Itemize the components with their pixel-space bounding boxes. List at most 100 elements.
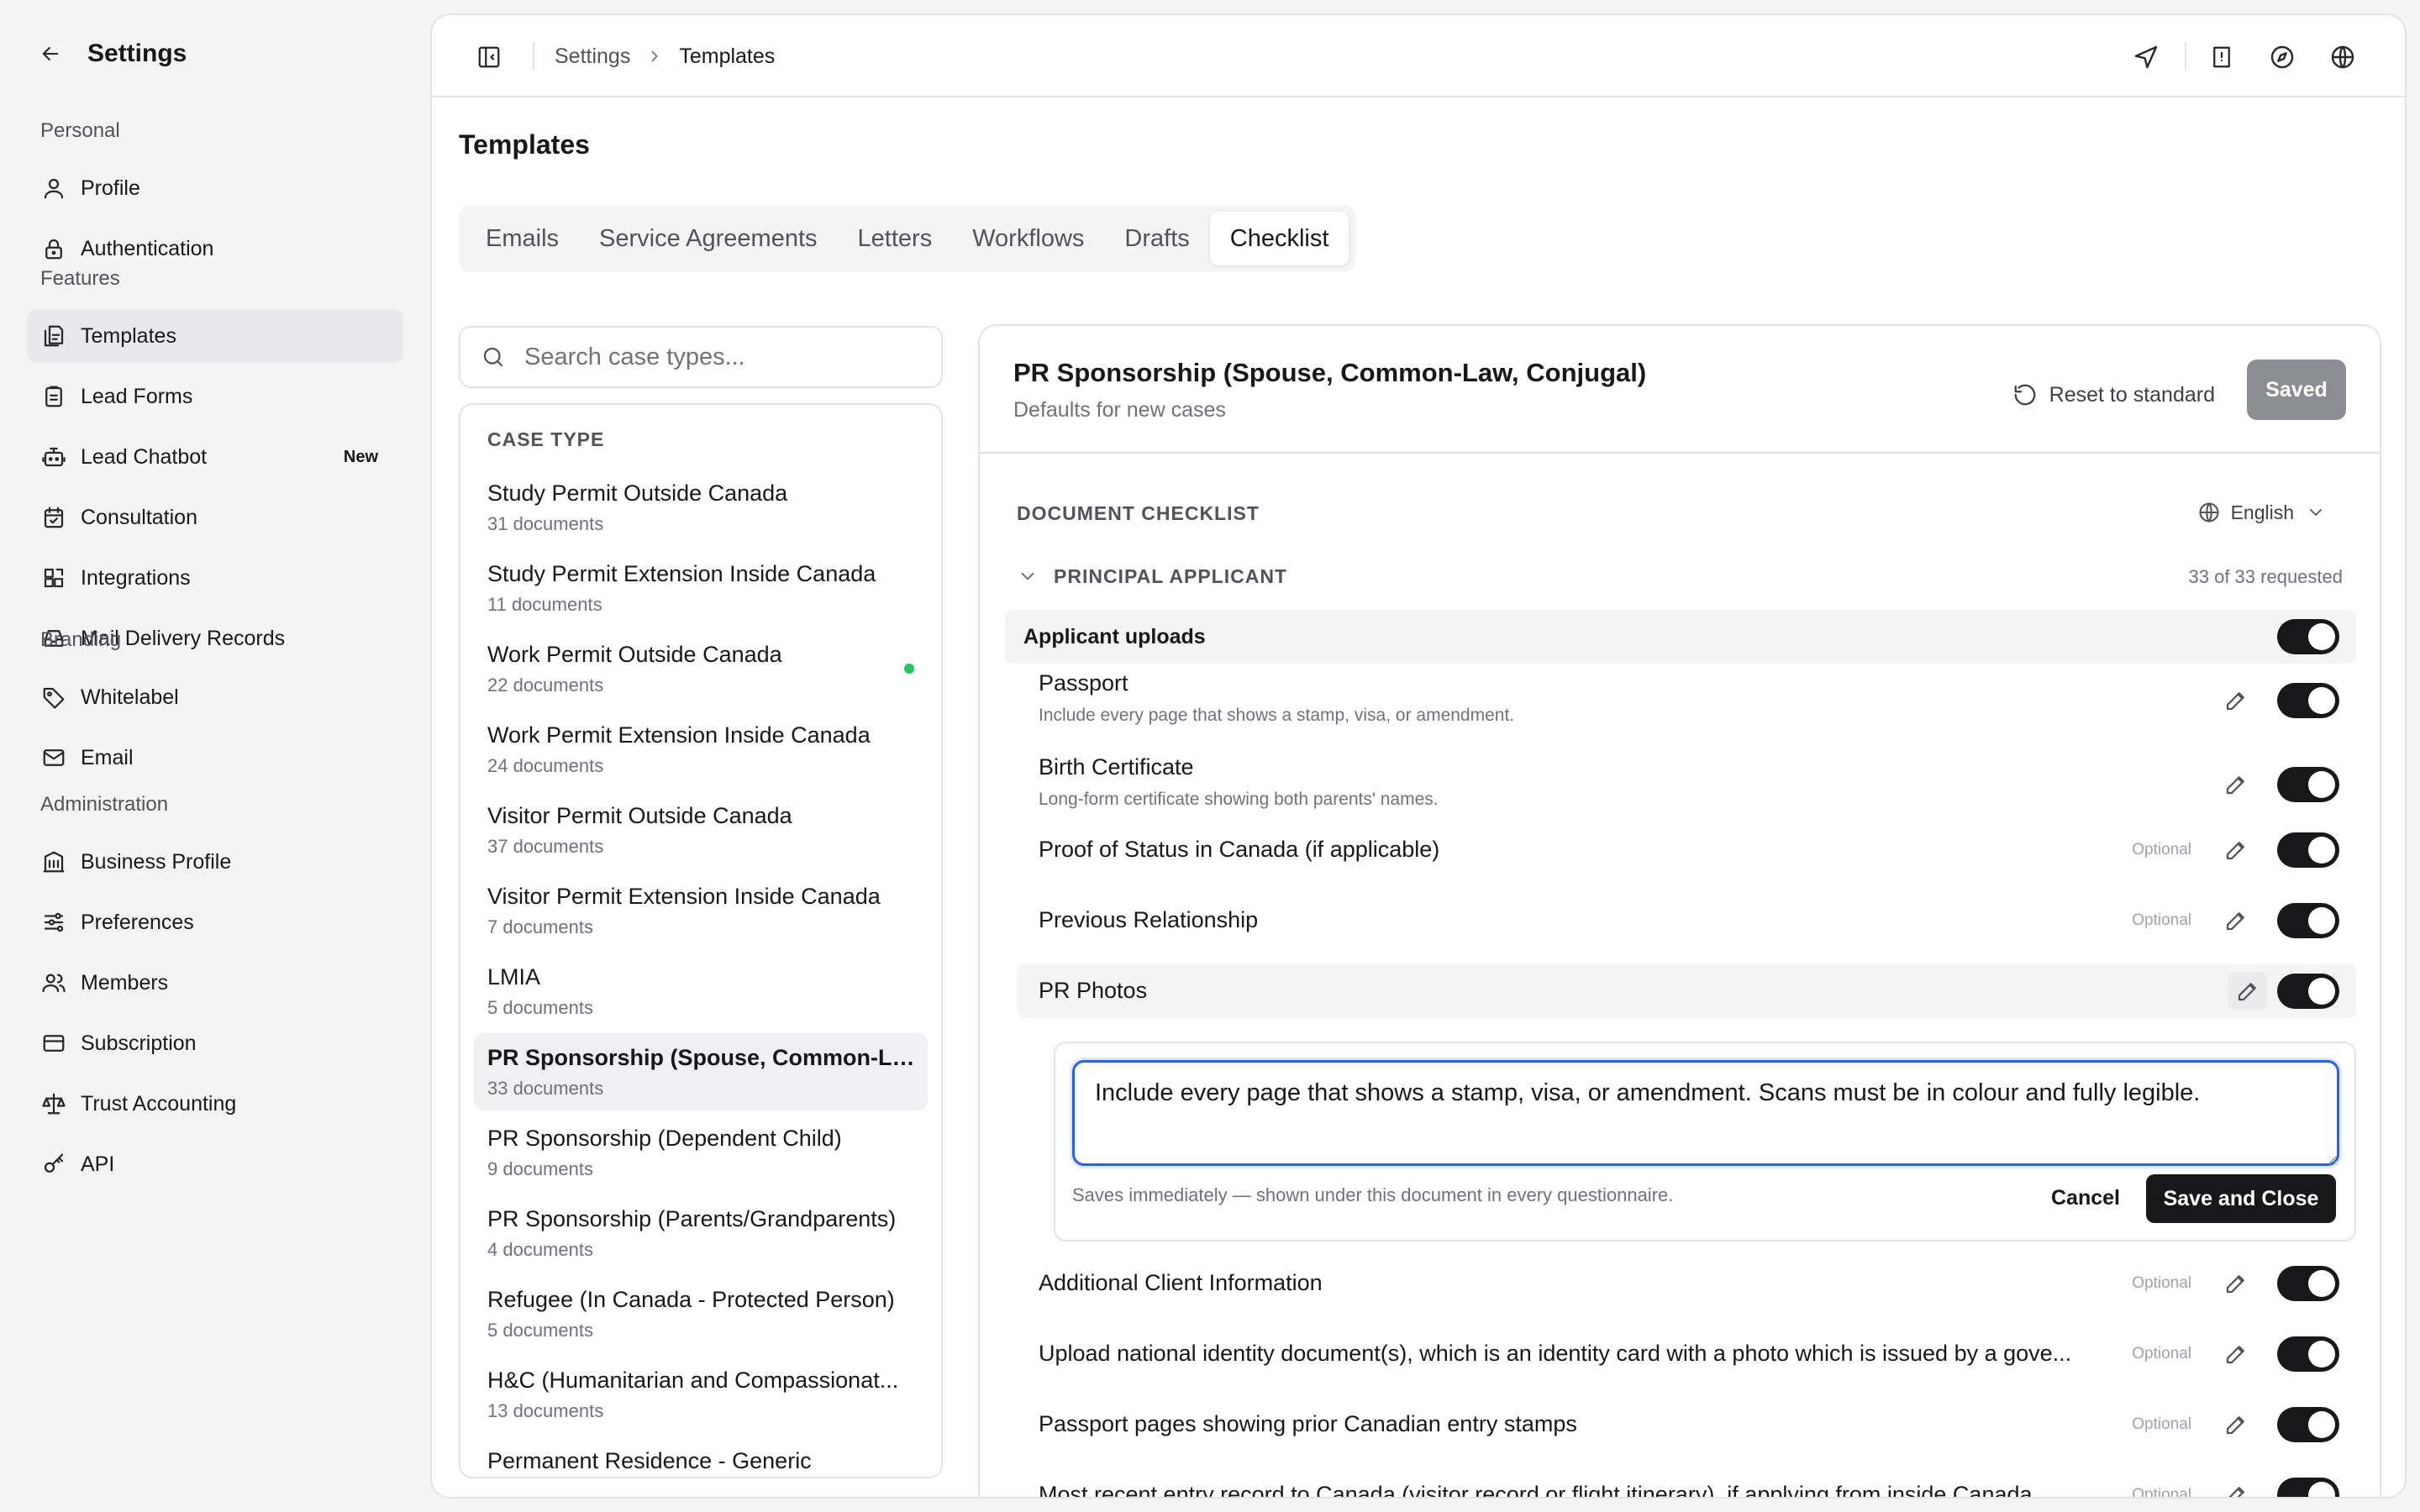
user-icon xyxy=(40,175,67,202)
document-toggle[interactable] xyxy=(2277,683,2339,718)
document-name: Most recent entry record to Canada (visi… xyxy=(1039,1482,2033,1499)
save-and-close-button[interactable]: Save and Close xyxy=(2146,1174,2336,1223)
document-row: Passport pages showing prior Canadian en… xyxy=(1005,1398,2356,1452)
sidebar-group-title: Administration xyxy=(40,793,169,816)
case-type-item[interactable]: Study Permit Extension Inside Canada 11 d… xyxy=(474,549,928,627)
case-type-item[interactable]: Study Permit Outside Canada 31 documents xyxy=(474,469,928,546)
breadcrumb-settings[interactable]: Settings xyxy=(555,45,630,69)
send-icon[interactable] xyxy=(2129,40,2163,74)
sidebar-item-preferences[interactable]: Preferences xyxy=(27,895,403,949)
edit-pencil-icon[interactable] xyxy=(2223,772,2249,797)
edit-pencil-icon[interactable] xyxy=(2223,837,2249,863)
optional-label: Optional xyxy=(2132,1415,2191,1433)
sidebar-item-members[interactable]: Members xyxy=(27,956,403,1010)
bot-icon xyxy=(40,444,67,470)
saved-button[interactable]: Saved xyxy=(2247,360,2346,420)
tab-letters[interactable]: Letters xyxy=(838,212,953,265)
case-type-item[interactable]: Visitor Permit Extension Inside Canada 7 … xyxy=(474,872,928,949)
case-type-item[interactable]: Refugee (In Canada - Protected Person) 5 … xyxy=(474,1275,928,1352)
tab-emails[interactable]: Emails xyxy=(466,212,579,265)
breadcrumb-templates: Templates xyxy=(679,44,776,68)
edit-pencil-icon[interactable] xyxy=(2228,972,2267,1011)
sidebar-item-subscription[interactable]: Subscription xyxy=(27,1016,403,1070)
edit-pencil-icon[interactable] xyxy=(2223,908,2249,933)
sidebar-toggle-icon[interactable] xyxy=(472,40,506,74)
case-type-name: Visitor Permit Extension Inside Canada xyxy=(487,884,881,909)
case-type-item[interactable]: PR Sponsorship (Dependent Child) 9 docume… xyxy=(474,1114,928,1191)
document-row: Upload national identity document(s), wh… xyxy=(1005,1327,2356,1381)
sidebar-item-profile[interactable]: Profile xyxy=(27,161,403,215)
search-input[interactable] xyxy=(524,343,928,371)
page-title: Templates xyxy=(459,129,590,160)
case-type-item[interactable]: H&C (Humanitarian and Compassionat... 13 … xyxy=(474,1356,928,1433)
sidebar-item-label: Profile xyxy=(81,176,140,200)
sidebar-group: Personal Profile Authentication xyxy=(27,118,403,282)
document-toggle[interactable] xyxy=(2277,1336,2339,1372)
sidebar-title: Settings xyxy=(87,39,187,67)
chevron-down-icon xyxy=(2310,509,2322,516)
document-toggle[interactable] xyxy=(2277,1407,2339,1442)
document-name: Previous Relationship xyxy=(1039,907,1259,932)
sidebar-item-label: Subscription xyxy=(81,1031,197,1055)
language-select[interactable]: English xyxy=(2197,496,2326,529)
sidebar-item-integrations[interactable]: Integrations xyxy=(27,551,403,605)
reset-to-standard-button[interactable]: Reset to standard xyxy=(2012,378,2215,412)
sidebar-item-business-profile[interactable]: Business Profile xyxy=(27,835,403,889)
document-toggle[interactable] xyxy=(2277,1478,2339,1497)
document-toggle[interactable] xyxy=(2277,832,2339,868)
case-type-item[interactable]: Work Permit Extension Inside Canada 24 do… xyxy=(474,711,928,788)
tab-service-agreements[interactable]: Service Agreements xyxy=(579,212,838,265)
globe-icon xyxy=(2199,502,2219,522)
document-name: Proof of Status in Canada (if applicable… xyxy=(1039,837,1440,862)
edit-pencil-icon[interactable] xyxy=(2223,688,2249,713)
edit-pencil-icon[interactable] xyxy=(2223,1412,2249,1437)
back-arrow-icon[interactable] xyxy=(34,37,67,71)
case-search[interactable] xyxy=(459,326,943,388)
description-textarea[interactable] xyxy=(1072,1060,2339,1166)
sidebar-item-lead-chatbot[interactable]: Lead Chatbot New xyxy=(27,430,403,484)
document-description: Include every page that shows a stamp, v… xyxy=(1039,706,1515,725)
document-toggle[interactable] xyxy=(2277,974,2339,1009)
optional-label: Optional xyxy=(2132,1486,2191,1499)
case-type-item[interactable]: Visitor Permit Outside Canada 37 document… xyxy=(474,791,928,869)
sidebar-item-label: Lead Chatbot xyxy=(81,444,208,469)
document-toggle[interactable] xyxy=(2277,903,2339,938)
document-name: Birth Certificate xyxy=(1039,754,1194,780)
sliders-icon xyxy=(40,909,67,936)
case-type-item[interactable]: PR Sponsorship (Spouse, Common-La... 33 d… xyxy=(474,1033,928,1110)
case-type-name: Permanent Residence - Generic xyxy=(487,1448,812,1473)
language-value: English xyxy=(2230,501,2294,523)
sidebar-group-title: Personal xyxy=(40,119,120,142)
sidebar-item-email[interactable]: Email xyxy=(27,731,403,785)
case-type-item[interactable]: LMIA 5 documents xyxy=(474,953,928,1030)
sidebar-item-trust-accounting[interactable]: Trust Accounting xyxy=(27,1077,403,1131)
key-icon xyxy=(40,1151,67,1178)
compass-icon[interactable] xyxy=(2265,40,2299,74)
document-count: 4 documents xyxy=(487,1239,593,1260)
globe-icon[interactable] xyxy=(2326,40,2360,74)
template-tabs: Emails Service Agreements Letters Workflows… xyxy=(459,205,1356,272)
edit-pencil-icon[interactable] xyxy=(2223,1483,2249,1497)
edit-pencil-icon[interactable] xyxy=(2223,1341,2249,1367)
sidebar-item-lead-forms[interactable]: Lead Forms xyxy=(27,370,403,423)
case-type-item[interactable]: Work Permit Outside Canada 22 documents xyxy=(474,630,928,707)
sidebar-item-api[interactable]: API xyxy=(27,1137,403,1191)
tab-checklist[interactable]: Checklist xyxy=(1209,212,1349,265)
document-toggle[interactable] xyxy=(2277,1266,2339,1301)
principal-applicant-toggle[interactable]: PRINCIPAL APPLICANT xyxy=(1017,559,1287,593)
edit-pencil-icon[interactable] xyxy=(2223,1271,2249,1296)
sidebar-item-templates[interactable]: Templates xyxy=(27,309,403,363)
case-type-item[interactable]: Permanent Residence - Generic xyxy=(474,1436,928,1477)
tab-workflows[interactable]: Workflows xyxy=(952,212,1104,265)
document-count: 22 documents xyxy=(487,675,604,696)
document-count: 13 documents xyxy=(487,1400,604,1421)
applicant-uploads-label: Applicant uploads xyxy=(1023,625,1206,648)
applicant-uploads-toggle[interactable] xyxy=(2277,619,2339,654)
book-icon[interactable] xyxy=(2205,40,2238,74)
cancel-button[interactable]: Cancel xyxy=(2035,1174,2136,1221)
tab-drafts[interactable]: Drafts xyxy=(1104,212,1209,265)
sidebar-item-whitelabel[interactable]: Whitelabel xyxy=(27,670,403,724)
document-toggle[interactable] xyxy=(2277,767,2339,802)
sidebar-item-consultation[interactable]: Consultation xyxy=(27,491,403,544)
case-type-item[interactable]: PR Sponsorship (Parents/Grandparents) 4 d… xyxy=(474,1194,928,1272)
